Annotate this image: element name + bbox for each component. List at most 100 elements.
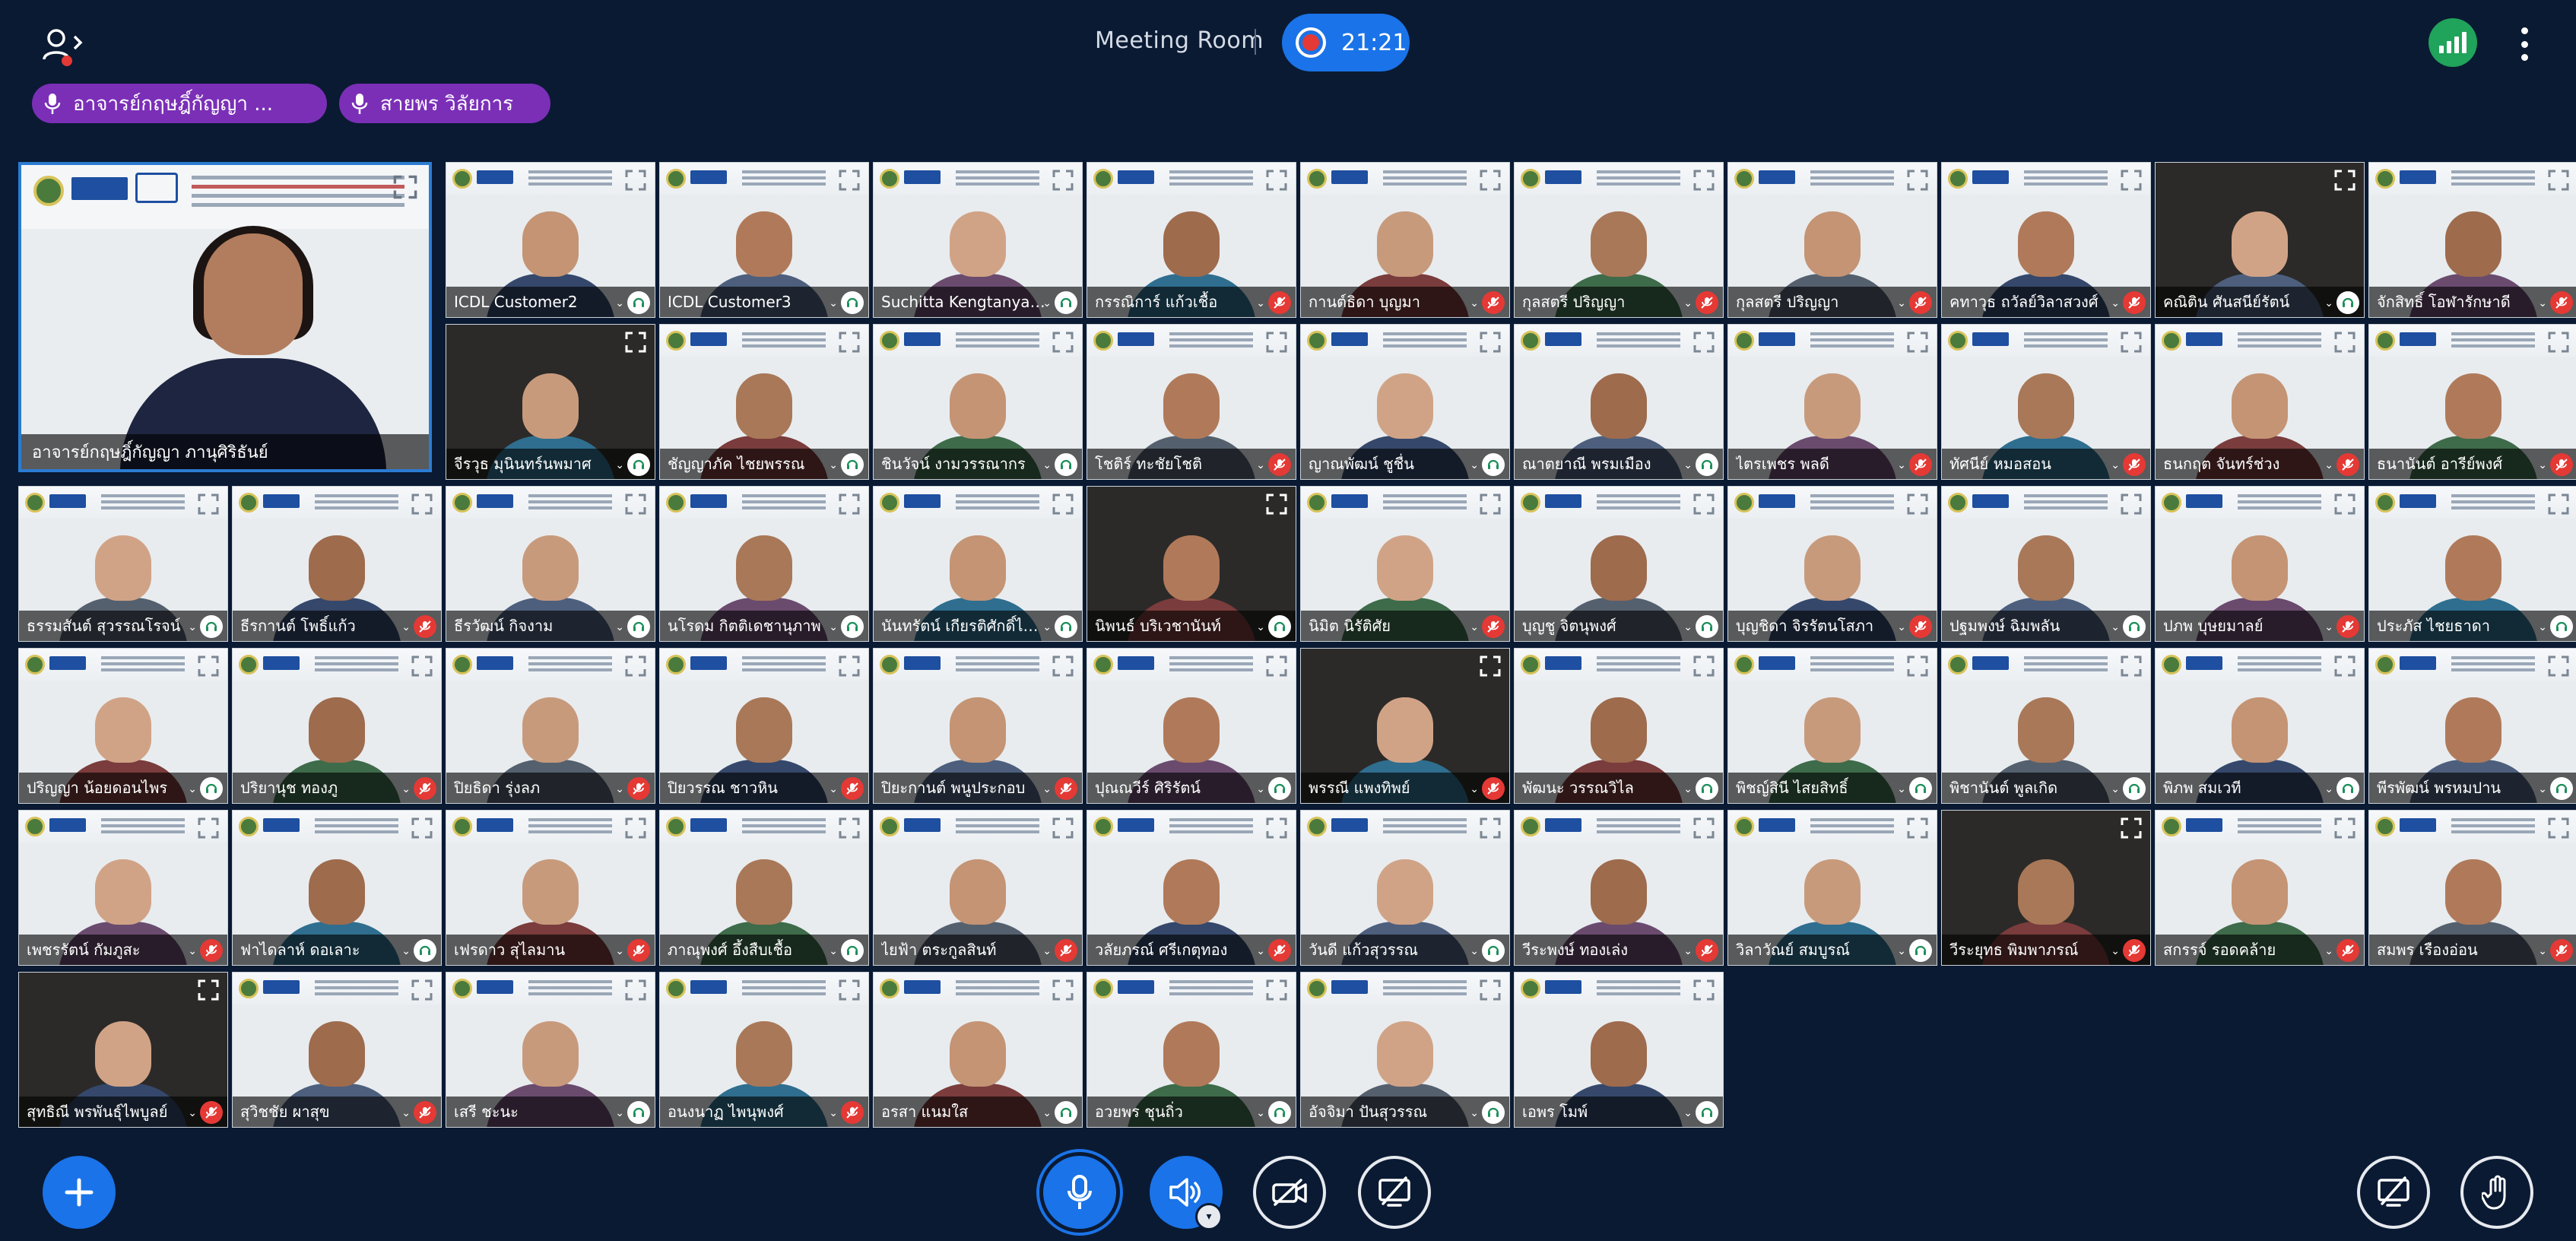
participant-tile[interactable]: สมพร เรืองอ่อน ⌄ — [2368, 810, 2576, 966]
participant-tile[interactable]: ICDL Customer2 ⌄ — [446, 162, 655, 318]
expand-icon[interactable] — [1906, 493, 1929, 516]
chevron-down-icon[interactable]: ⌄ — [1470, 783, 1479, 795]
expand-icon[interactable] — [624, 169, 647, 192]
expand-icon[interactable] — [1692, 979, 1715, 1001]
chevron-down-icon[interactable]: ⌄ — [188, 783, 197, 795]
participant-tile[interactable]: Suchitta Kengtanyagam ⌄ — [873, 162, 1083, 318]
chevron-down-icon[interactable]: ⌄ — [1470, 621, 1479, 633]
expand-icon[interactable] — [1052, 979, 1074, 1001]
expand-icon[interactable] — [411, 979, 433, 1001]
expand-icon[interactable] — [1052, 655, 1074, 678]
chevron-down-icon[interactable]: ⌄ — [188, 621, 197, 633]
chevron-down-icon[interactable]: ⌄ — [829, 1107, 838, 1119]
chevron-down-icon[interactable]: ⌄ — [2324, 459, 2333, 471]
chevron-down-icon[interactable]: ⌄ — [1897, 297, 1906, 309]
chevron-down-icon[interactable]: ⌄ — [2538, 459, 2547, 471]
chevron-down-icon[interactable]: ⌄ — [2111, 945, 2120, 957]
chevron-down-icon[interactable]: ⌄ — [1683, 1107, 1692, 1119]
participant-tile[interactable]: ญาณพัฒน์ ชูชื่น ⌄ — [1300, 324, 1510, 480]
expand-icon[interactable] — [411, 493, 433, 516]
expand-icon[interactable] — [838, 169, 861, 192]
expand-icon[interactable] — [838, 817, 861, 840]
expand-icon[interactable] — [1479, 169, 1502, 192]
participant-tile[interactable]: วีระพงษ์ ทองเล่ง ⌄ — [1514, 810, 1724, 966]
expand-icon[interactable] — [392, 174, 418, 200]
expand-icon[interactable] — [2547, 169, 2570, 192]
expand-icon[interactable] — [197, 493, 220, 516]
expand-icon[interactable] — [2333, 493, 2356, 516]
chevron-down-icon[interactable]: ⌄ — [2324, 945, 2333, 957]
chevron-down-icon[interactable]: ⌄ — [1042, 783, 1052, 795]
participant-tile[interactable]: พิชญ์สินี ไสยสิทธิ์ ⌄ — [1727, 648, 1937, 804]
expand-icon[interactable] — [1692, 331, 1715, 354]
participant-tile[interactable]: วันดี แก้วสุวรรณ ⌄ — [1300, 810, 1510, 966]
participant-tile[interactable]: นโรดม กิตติเดชานุภาพ ⌄ — [659, 486, 869, 642]
chevron-down-icon[interactable]: ⌄ — [1256, 459, 1265, 471]
chevron-down-icon[interactable]: ⌄ — [1897, 945, 1906, 957]
participant-tile[interactable]: คณิติน ศันสนีย์รัตน์ ⌄ — [2155, 162, 2365, 318]
expand-icon[interactable] — [1052, 331, 1074, 354]
expand-icon[interactable] — [1265, 817, 1288, 840]
expand-icon[interactable] — [2333, 169, 2356, 192]
chevron-down-icon[interactable]: ⌄ — [615, 1107, 624, 1119]
expand-icon[interactable] — [838, 655, 861, 678]
chevron-down-icon[interactable]: ⌄ — [1470, 297, 1479, 309]
participant-tile[interactable]: สกรรจ์ รอดคล้าย ⌄ — [2155, 810, 2365, 966]
expand-icon[interactable] — [624, 817, 647, 840]
expand-icon[interactable] — [2120, 169, 2143, 192]
expand-icon[interactable] — [1479, 979, 1502, 1001]
participant-tile[interactable]: ธนกฤต จันทร์ช่วง ⌄ — [2155, 324, 2365, 480]
expand-icon[interactable] — [1265, 979, 1288, 1001]
chevron-down-icon[interactable]: ⌄ — [1256, 297, 1265, 309]
chevron-down-icon[interactable]: ⌄ — [1470, 459, 1479, 471]
expand-icon[interactable] — [1052, 493, 1074, 516]
participant-tile[interactable]: อวยพร ชุนถิ่ว ⌄ — [1087, 972, 1296, 1128]
expand-icon[interactable] — [1479, 331, 1502, 354]
more-options-icon[interactable] — [2517, 23, 2532, 65]
chevron-down-icon[interactable]: ⌄ — [2324, 783, 2333, 795]
chevron-down-icon[interactable]: ⌄ — [1256, 621, 1265, 633]
chevron-down-icon[interactable]: ⌄ — [401, 783, 411, 795]
expand-icon[interactable] — [1052, 169, 1074, 192]
participant-tile[interactable]: ปิยวรรณ ชาวหิน ⌄ — [659, 648, 869, 804]
audio-options-icon[interactable]: ▾ — [1195, 1203, 1223, 1230]
expand-icon[interactable] — [197, 655, 220, 678]
participant-tile[interactable]: ธนานันต์ อารีย์พงศ์ ⌄ — [2368, 324, 2576, 480]
expand-icon[interactable] — [624, 493, 647, 516]
expand-icon[interactable] — [2333, 655, 2356, 678]
presentation-button[interactable] — [2357, 1156, 2430, 1229]
chevron-down-icon[interactable]: ⌄ — [2538, 297, 2547, 309]
participant-tile[interactable]: กานต์ธิดา บุญมา ⌄ — [1300, 162, 1510, 318]
chevron-down-icon[interactable]: ⌄ — [1042, 459, 1052, 471]
expand-icon[interactable] — [624, 979, 647, 1001]
expand-icon[interactable] — [197, 817, 220, 840]
participant-tile[interactable]: เสรี ชะนะ ⌄ — [446, 972, 655, 1128]
chevron-down-icon[interactable]: ⌄ — [615, 783, 624, 795]
participant-tile[interactable]: ธีรกานต์ โพธิ์แก้ว ⌄ — [232, 486, 442, 642]
chevron-down-icon[interactable]: ⌄ — [615, 297, 624, 309]
participant-tile[interactable]: ปิยธิดา รุ่งลภ ⌄ — [446, 648, 655, 804]
participant-tile[interactable]: อรสา แนมใส ⌄ — [873, 972, 1083, 1128]
chevron-down-icon[interactable]: ⌄ — [1256, 945, 1265, 957]
chevron-down-icon[interactable]: ⌄ — [1042, 621, 1052, 633]
participant-tile[interactable]: ICDL Customer3 ⌄ — [659, 162, 869, 318]
chevron-down-icon[interactable]: ⌄ — [2111, 621, 2120, 633]
participant-tile[interactable]: อัจจิมา ปันสุวรรณ ⌄ — [1300, 972, 1510, 1128]
participant-tile[interactable]: กุลสตรี ปริญญา ⌄ — [1727, 162, 1937, 318]
expand-icon[interactable] — [1906, 817, 1929, 840]
participant-tile[interactable]: พรรณี แพงทิพย์ ⌄ — [1300, 648, 1510, 804]
chevron-down-icon[interactable]: ⌄ — [2538, 945, 2547, 957]
participant-tile[interactable]: ธรรมสันต์ สุวรรณโรจน์ ⌄ — [18, 486, 228, 642]
expand-icon[interactable] — [2120, 331, 2143, 354]
chevron-down-icon[interactable]: ⌄ — [188, 1107, 197, 1119]
participant-tile[interactable]: พัฒนะ วรรณวิไล ⌄ — [1514, 648, 1724, 804]
participant-tile[interactable]: วลัยภรณ์ ศรีเกตุทอง ⌄ — [1087, 810, 1296, 966]
camera-button[interactable] — [1253, 1156, 1326, 1229]
chevron-down-icon[interactable]: ⌄ — [401, 1107, 411, 1119]
participant-tile[interactable]: ประภัส ไชยธาดา ⌄ — [2368, 486, 2576, 642]
chevron-down-icon[interactable]: ⌄ — [829, 621, 838, 633]
participant-tile[interactable]: ปริยานุช ทองภู ⌄ — [232, 648, 442, 804]
screen-share-button[interactable] — [1358, 1156, 1431, 1229]
participant-tile[interactable]: นิพนธ์ บริเวชานันท์ ⌄ — [1087, 486, 1296, 642]
participant-tile[interactable]: กุลสตรี ปริญญา ⌄ — [1514, 162, 1724, 318]
